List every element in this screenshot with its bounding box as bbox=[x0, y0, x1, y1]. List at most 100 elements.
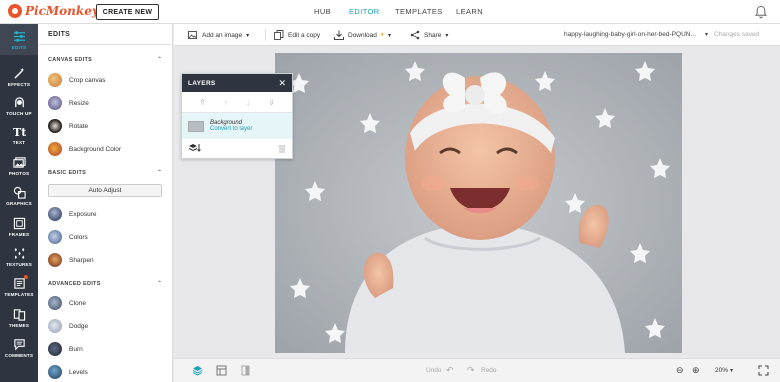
auto-adjust-button[interactable]: Auto Adjust bbox=[48, 184, 162, 197]
fit-to-screen-icon[interactable] bbox=[758, 365, 769, 376]
baby-photo-image bbox=[275, 53, 682, 353]
rail-label: FRAMES bbox=[8, 231, 30, 237]
themes-icon bbox=[13, 308, 25, 321]
rail-photos[interactable]: PHOTOS bbox=[0, 150, 38, 181]
bell-icon[interactable] bbox=[754, 5, 768, 19]
tool-label: Crop canvas bbox=[69, 76, 106, 84]
nav-editor[interactable]: EDITOR bbox=[349, 7, 380, 16]
tool-background-color[interactable]: Background Color bbox=[48, 142, 121, 156]
tool-rotate[interactable]: Rotate bbox=[48, 119, 88, 133]
convert-to-layer-link[interactable]: Convert to layer bbox=[210, 126, 252, 132]
resize-icon bbox=[48, 96, 62, 110]
chevron-up-icon[interactable]: ⌃ bbox=[157, 280, 162, 287]
rail-label: TOUCH UP bbox=[6, 110, 32, 116]
tool-clone[interactable]: Clone bbox=[48, 296, 86, 310]
tool-label: Rotate bbox=[69, 122, 89, 130]
create-new-button[interactable]: CREATE NEW bbox=[96, 4, 159, 20]
edits-panel: EDITS CANVAS EDITS ⌃ Crop canvas Resize … bbox=[38, 24, 173, 382]
tool-exposure[interactable]: Exposure bbox=[48, 207, 96, 221]
divider bbox=[265, 29, 266, 41]
tool-levels[interactable]: Levels bbox=[48, 365, 88, 379]
send-backward-icon[interactable]: ↓ bbox=[246, 98, 250, 107]
chevron-down-icon[interactable]: ▾ bbox=[730, 367, 733, 374]
rail-edits[interactable]: EDITS bbox=[0, 24, 38, 55]
layers-icon[interactable] bbox=[192, 365, 203, 376]
rail-templates[interactable]: TEMPLATES bbox=[0, 271, 38, 302]
bottom-bar: Undo ↶ ↷ Redo ⊖ ⊕ 20% ▾ bbox=[174, 358, 780, 382]
layer-row-background[interactable]: Background Convert to layer bbox=[182, 113, 292, 139]
file-name[interactable]: happy-laughing-baby-girl-on-her-bed-PQUN… bbox=[564, 31, 696, 38]
tool-burn[interactable]: Burn bbox=[48, 342, 83, 356]
rail-label: TEMPLATES bbox=[4, 291, 34, 297]
nav-templates[interactable]: TEMPLATES bbox=[395, 7, 443, 16]
magic-wand-icon bbox=[13, 67, 24, 79]
shapes-icon bbox=[13, 186, 26, 199]
layer-order-tools: ⇑ ↑ ↓ ⇓ bbox=[182, 92, 292, 113]
tool-resize[interactable]: Resize bbox=[48, 96, 89, 110]
section-canvas-edits[interactable]: CANVAS EDITS bbox=[48, 57, 92, 63]
share-label: Share bbox=[424, 31, 442, 39]
rail-themes[interactable]: THEMES bbox=[0, 302, 38, 333]
chevron-down-icon: ▾ bbox=[387, 32, 391, 39]
rail-touch-up[interactable]: TOUCH UP bbox=[0, 90, 38, 121]
trash-icon[interactable] bbox=[278, 144, 286, 153]
rail-textures[interactable]: TEXTURES bbox=[0, 241, 38, 272]
tool-colors[interactable]: Colors bbox=[48, 230, 88, 244]
rail-label: EDITS bbox=[11, 44, 27, 50]
layer-stack-sort-icon[interactable] bbox=[188, 143, 202, 153]
rail-text[interactable]: Tt TEXT bbox=[0, 119, 38, 150]
exposure-icon bbox=[48, 207, 62, 221]
top-bar: PicMonkey CREATE NEW HUB EDITOR TEMPLATE… bbox=[0, 0, 780, 24]
chevron-up-icon[interactable]: ⌃ bbox=[157, 169, 162, 176]
undo-icon[interactable]: ↶ bbox=[446, 365, 454, 376]
rail-label: PHOTOS bbox=[8, 170, 30, 176]
crown-icon: ♦ bbox=[380, 32, 384, 38]
colors-icon bbox=[48, 230, 62, 244]
add-image-button[interactable]: Add an image ▾ bbox=[188, 30, 249, 40]
canvas-photo[interactable] bbox=[275, 53, 682, 353]
chevron-up-icon[interactable]: ⌃ bbox=[157, 56, 162, 63]
bring-to-front-icon[interactable]: ⇑ bbox=[199, 98, 206, 107]
sliders-icon bbox=[13, 30, 25, 42]
redo-label[interactable]: Redo bbox=[481, 367, 497, 374]
bring-forward-icon[interactable]: ↑ bbox=[224, 98, 228, 107]
zoom-out-icon[interactable]: ⊖ bbox=[676, 365, 684, 376]
tool-sharpen[interactable]: Sharpen bbox=[48, 253, 94, 267]
panel-title: EDITS bbox=[48, 31, 71, 38]
download-icon bbox=[334, 30, 344, 40]
monkey-logo-icon bbox=[8, 4, 22, 18]
rail-comments[interactable]: COMMENTS bbox=[0, 332, 38, 363]
edit-copy-button[interactable]: Edit a copy bbox=[274, 30, 320, 40]
nav-hub[interactable]: HUB bbox=[314, 7, 331, 16]
send-to-back-icon[interactable]: ⇓ bbox=[268, 98, 275, 107]
picmonkey-logo[interactable]: PicMonkey bbox=[8, 4, 99, 18]
crop-icon bbox=[48, 73, 62, 87]
zoom-level[interactable]: 20% bbox=[715, 367, 728, 374]
rail-effects[interactable]: EFFECTS bbox=[0, 61, 38, 92]
notification-dot bbox=[24, 275, 28, 279]
zoom-in-icon[interactable]: ⊕ bbox=[692, 365, 700, 376]
rail-frames[interactable]: FRAMES bbox=[0, 211, 38, 242]
nav-learn[interactable]: LEARN bbox=[456, 7, 483, 16]
layers-panel[interactable]: LAYERS ✕ ⇑ ↑ ↓ ⇓ Background Convert to l… bbox=[181, 73, 293, 159]
rail-graphics[interactable]: GRAPHICS bbox=[0, 180, 38, 211]
sharpen-icon bbox=[48, 253, 62, 267]
redo-icon[interactable]: ↷ bbox=[467, 365, 475, 376]
section-advanced-edits[interactable]: ADVANCED EDITS bbox=[48, 281, 101, 287]
tool-crop-canvas[interactable]: Crop canvas bbox=[48, 73, 106, 87]
chevron-down-icon[interactable]: ▾ bbox=[705, 31, 708, 38]
share-button[interactable]: Share ▾ bbox=[410, 30, 448, 40]
undo-label[interactable]: Undo bbox=[426, 367, 442, 374]
tool-dodge[interactable]: Dodge bbox=[48, 319, 88, 333]
close-icon[interactable]: ✕ bbox=[278, 78, 286, 89]
grid-icon[interactable] bbox=[216, 365, 227, 376]
tool-label: Dodge bbox=[69, 322, 89, 330]
compare-icon[interactable] bbox=[240, 365, 251, 376]
save-status: Changes saved bbox=[714, 31, 760, 38]
section-basic-edits[interactable]: BASIC EDITS bbox=[48, 170, 86, 176]
layers-header[interactable]: LAYERS ✕ bbox=[182, 74, 292, 92]
layers-footer bbox=[182, 139, 292, 157]
share-icon bbox=[410, 30, 420, 40]
rail-label: EFFECTS bbox=[7, 81, 31, 87]
download-button[interactable]: Download ♦ ▾ bbox=[334, 30, 391, 40]
